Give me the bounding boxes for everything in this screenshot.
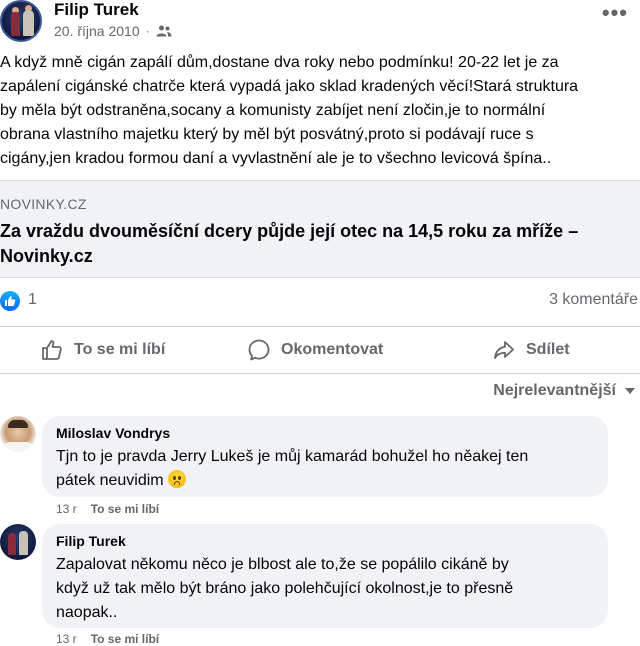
reactions-row: 1 3 komentáře <box>0 288 640 316</box>
commenter-avatar[interactable] <box>0 416 36 452</box>
commenter-avatar[interactable] <box>0 524 36 560</box>
thumbs-up-icon <box>42 340 62 360</box>
comment-count[interactable]: 3 komentáře <box>549 291 638 309</box>
share-arrow-icon <box>494 341 514 359</box>
like-button-label: To se mi líbí <box>74 341 166 358</box>
like-button[interactable]: To se mi líbí <box>40 328 165 372</box>
post-date[interactable]: 20. října 2010 <box>54 23 140 39</box>
commenter-name[interactable]: Miloslav Vondrys <box>56 424 594 442</box>
actions-row: To se mi líbí Okomentovat Sdílet <box>0 328 640 372</box>
friends-icon <box>156 25 172 37</box>
divider <box>0 326 640 327</box>
post-text: A když mně cigán zapálí dům,dostane dva … <box>0 54 579 167</box>
post-header: Filip Turek 20. října 2010 · ••• <box>0 0 640 46</box>
share-button-label: Sdílet <box>526 341 570 358</box>
comment-button-label: Okomentovat <box>281 341 384 358</box>
meta-separator: · <box>145 24 150 38</box>
commenter-name[interactable]: Filip Turek <box>56 532 594 550</box>
more-dots-icon[interactable]: ••• <box>602 2 628 24</box>
comment-like-button[interactable]: To se mi líbí <box>91 632 159 646</box>
share-button[interactable]: Sdílet <box>492 328 570 372</box>
post-meta: 20. října 2010 · <box>54 23 172 39</box>
comment-text: Zapalovat někomu něco je blbost ale to,ž… <box>56 556 514 621</box>
caret-down-icon <box>625 388 635 394</box>
divider <box>0 373 640 374</box>
link-preview[interactable]: NOVINKY.CZ Za vraždu dvouměsíční dcery p… <box>0 180 640 278</box>
author-name[interactable]: Filip Turek <box>54 0 139 20</box>
like-icon[interactable] <box>0 291 20 311</box>
author-avatar[interactable] <box>0 0 42 42</box>
comment-button[interactable]: Okomentovat <box>247 328 383 372</box>
reaction-count[interactable]: 1 <box>28 291 37 309</box>
comment-time[interactable]: 13 r <box>56 502 77 516</box>
comment-text: Tjn to je pravda Jerry Lukeš je můj kama… <box>56 448 529 489</box>
comment-bubble: Miloslav Vondrys Tjn to je pravda Jerry … <box>42 416 608 497</box>
comment-like-button[interactable]: To se mi líbí <box>91 502 159 516</box>
comment-time[interactable]: 13 r <box>56 632 77 646</box>
link-domain: NOVINKY.CZ <box>0 196 87 212</box>
comment-bubble-icon <box>248 339 270 361</box>
sad-face-emoji <box>168 470 187 488</box>
comment-bubble: Filip Turek Zapalovat někomu něco je blb… <box>42 524 608 628</box>
comment-footer: 13 r To se mi líbí <box>56 502 159 516</box>
comment-footer: 13 r To se mi líbí <box>56 632 159 646</box>
comment-sort-dropdown[interactable]: Nejrelevantnější <box>493 382 636 400</box>
sort-label: Nejrelevantnější <box>493 382 616 399</box>
link-title: Za vraždu dvouměsíční dcery půjde její o… <box>0 221 579 266</box>
